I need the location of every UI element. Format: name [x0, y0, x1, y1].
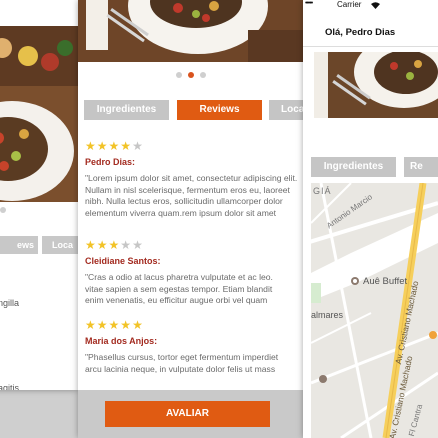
review-text: nibh. Nulla lectus eros, sollicitudin ul… [85, 196, 283, 206]
star-empty-icon: ★ [132, 238, 144, 252]
tab-ingredientes[interactable]: Ingredientes [84, 100, 169, 120]
star-filled-icon: ★ [85, 139, 97, 153]
star-filled-icon: ★ [96, 139, 109, 153]
dish-photo-art [78, 0, 303, 62]
status-bar: ••••• Carrier [303, 0, 438, 10]
carrier-label: Carrier [337, 0, 362, 9]
map-label-poi: Auê Buffet [363, 276, 408, 287]
dish-photo-art [314, 52, 438, 118]
map-label-district: GIÁ [313, 186, 332, 196]
review-item: ★★★★★ Cleidiane Santos: "Cras a odio at … [85, 237, 303, 317]
reviewer-name: Cleidiane Santos: [85, 256, 161, 266]
star-filled-icon: ★ [108, 238, 121, 252]
location-map[interactable]: GIÁ Antonio Marcio Auê Buffet Av. Cristi… [311, 183, 438, 438]
tab-reviews[interactable]: Re [404, 157, 438, 177]
star-filled-icon: ★ [108, 139, 121, 153]
reviews-phone-screen: Ingredientes Reviews Loca ★★★★★ Pedro Di… [78, 0, 303, 438]
star-empty-icon: ★ [132, 139, 144, 153]
carousel-dots [78, 72, 303, 78]
star-filled-icon: ★ [96, 238, 109, 252]
carousel-dot[interactable] [175, 72, 182, 78]
star-filled-icon: ★ [85, 238, 97, 252]
review-text: "Lorem ipsum dolor sit amet, consectetur… [85, 173, 298, 183]
review-text: elementum viverra quam.rem ipsum dolor s… [85, 207, 277, 218]
tab-location[interactable]: Loca [42, 236, 78, 254]
review-text: enim venenatis, eu efficitur augue orbi … [85, 295, 268, 305]
review-text: "Phasellus cursus, tortor eget fermentum… [85, 352, 279, 362]
left-phone-screen: ews Loca ngilla agitis [0, 0, 78, 390]
star-filled-icon: ★ [120, 318, 133, 332]
carousel-dot-active[interactable] [187, 72, 194, 78]
tab-localizacao[interactable]: Loca [269, 100, 303, 120]
dish-photo [0, 26, 78, 202]
reviewer-name: Pedro Dias: [85, 157, 136, 167]
map-label-district: almares [311, 310, 344, 320]
carousel-dot[interactable] [0, 207, 6, 213]
greeting-text: Olá, Pedro Dias [325, 27, 396, 38]
star-filled-icon: ★ [120, 139, 133, 153]
reviews-list: ★★★★★ Pedro Dias: "Lorem ipsum dolor sit… [85, 138, 303, 375]
reviewer-name: Maria dos Anjos: [85, 336, 158, 346]
map-phone-screen: ••••• Carrier Olá, Pedro Dias Ingredient… [303, 0, 438, 438]
signal-dots: ••••• [305, 0, 313, 7]
footer-bar: AVALIAR [78, 390, 303, 438]
tab-ingredientes[interactable]: Ingredientes [311, 157, 396, 177]
review-item: ★★★★★ Maria dos Anjos: "Phasellus cursus… [85, 317, 303, 375]
wifi-icon [371, 2, 380, 9]
evaluate-button[interactable]: AVALIAR [105, 401, 270, 427]
top-bar: Olá, Pedro Dias [303, 10, 438, 47]
tab-reviews[interactable]: Reviews [177, 100, 262, 120]
description-text: ngilla [0, 298, 20, 308]
star-filled-icon: ★ [108, 318, 121, 332]
tab-reviews[interactable]: ews [0, 236, 38, 254]
dish-photo [314, 52, 438, 118]
carousel-dot[interactable] [199, 72, 206, 78]
dish-photo-art [0, 26, 78, 202]
dish-photo [78, 0, 303, 62]
description-text: agitis [0, 383, 20, 390]
review-text: Nullam in nisl scelerisque, fermentum er… [85, 184, 290, 195]
rating-stars: ★★★★★ [85, 237, 303, 253]
review-text: "Cras a odio at lacus pharetra vulputate… [85, 272, 273, 282]
review-item: ★★★★★ Pedro Dias: "Lorem ipsum dolor sit… [85, 138, 303, 237]
review-text: vitae sapien a sem egestas tempor. Etiam… [85, 283, 273, 294]
star-filled-icon: ★ [132, 318, 144, 332]
star-filled-icon: ★ [96, 318, 109, 332]
rating-stars: ★★★★★ [85, 317, 303, 333]
star-empty-icon: ★ [120, 238, 133, 252]
star-filled-icon: ★ [85, 318, 97, 332]
rating-stars: ★★★★★ [85, 138, 303, 154]
review-text: arcu lacinia neque, in vulputate dolor f… [85, 363, 276, 374]
